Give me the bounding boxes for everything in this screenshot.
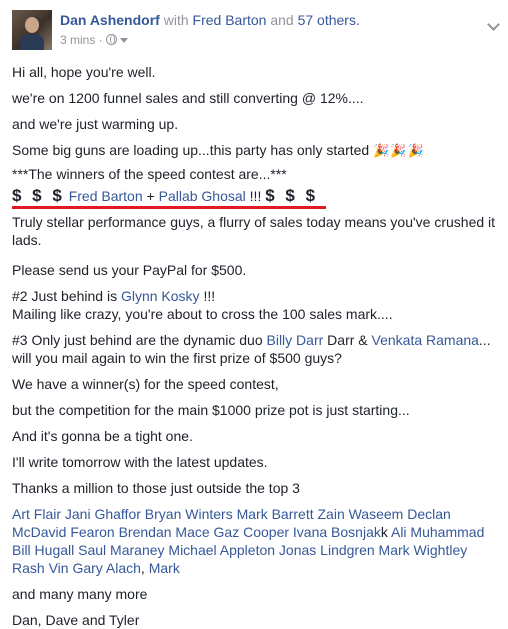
billy-darr-link[interactable]: Billy Darr [267,332,324,348]
and-text: and [270,12,294,28]
timestamp[interactable]: 3 mins · [60,33,103,47]
exclaim-text: !!! [249,188,262,204]
winner-fred-barton-link[interactable]: Fred Barton [69,188,143,204]
mentions-line-2: McDavid Fearon Brendan Mace Gaz Cooper I… [12,523,484,541]
line-third-place: #3 Only just behind are the dynamic duo … [12,331,491,349]
line-mailing: Mailing like crazy, you're about to cros… [12,306,393,322]
ellipsis-text: ... [478,332,491,348]
mentions-line-1[interactable]: Art Flair Jani Ghaffor Bryan Winters Mar… [12,505,451,523]
mentions-4a[interactable]: Rash Vin Gary Alach [12,560,141,576]
post-meta: 3 mins · [60,33,128,47]
venkata-ramana-link[interactable]: Venkata Ramana [372,332,479,348]
line-many-more: and many many more [12,586,148,602]
line-thanks: Thanks a million to those just outside t… [12,480,300,496]
dollar-signs-right: $ $ $ [265,186,319,205]
line-competition: but the competition for the main $1000 p… [12,402,410,418]
glynn-kosky-link[interactable]: Glynn Kosky [121,288,200,304]
big-guns-text: Some big guns are loading up...this part… [12,142,370,158]
line-paypal: Please send us your PayPal for $500. [12,262,247,278]
line-big-guns: Some big guns are loading up...this part… [12,141,425,160]
line-second-place: #2 Just behind is Glynn Kosky !!! [12,287,215,305]
globe-icon[interactable] [105,34,117,45]
mentions-line-3[interactable]: Bill Hugall Saul Maraney Michael Appleto… [12,541,467,559]
line-greeting: Hi all, hope you're well. [12,64,156,80]
facebook-post: Dan Ashendorf with Fred Barton and 57 ot… [0,0,508,628]
post-byline: Dan Ashendorf with Fred Barton and 57 ot… [60,12,360,28]
avatar-body [20,34,44,50]
others-link[interactable]: 57 others. [298,12,360,28]
avatar-head [25,17,39,33]
mentions-line-4: Rash Vin Gary Alach, Mark [12,559,180,577]
second-place-text: #2 Just behind is [12,288,118,304]
party-popper-icon: 🎉🎉🎉 [373,143,425,158]
post-header: Dan Ashendorf with Fred Barton and 57 ot… [12,10,508,52]
author-name-link[interactable]: Dan Ashendorf [60,12,160,28]
line-winners-intro: ***The winners of the speed contest are.… [12,166,287,182]
line-mail-again: will you mail again to win the first pri… [12,350,342,366]
plus-text: + [146,188,155,204]
tagged-user-link[interactable]: Fred Barton [193,12,267,28]
dollar-signs-left: $ $ $ [12,186,65,205]
author-avatar[interactable] [12,10,52,50]
line-write-tomorrow: I'll write tomorrow with the latest upda… [12,454,268,470]
line-funnel-sales: we're on 1200 funnel sales and still con… [12,90,364,106]
mentions-4c[interactable]: Mark [149,560,180,576]
line-winners: $ $ $ Fred Barton + Pallab Ghosal !!! $ … [12,187,318,205]
chevron-down-icon[interactable] [488,22,498,32]
mentions-2b: k [380,524,388,540]
darr-and-text: Darr & [327,332,368,348]
winner-pallab-ghosal-link[interactable]: Pallab Ghosal [159,188,246,204]
line-tight-one: And it's gonna be a tight one. [12,428,193,444]
line-warming-up: and we're just warming up. [12,116,179,132]
mentions-2c[interactable]: Ali Muhammad [391,524,484,540]
mentions-2a[interactable]: McDavid Fearon Brendan Mace Gaz Cooper I… [12,524,381,540]
line-stellar: Truly stellar performance guys, a flurry… [12,214,496,248]
mentions-4b: , [140,560,145,576]
line-signoff: Dan, Dave and Tyler [12,612,140,628]
with-text: with [163,12,189,28]
caret-down-icon[interactable] [119,38,128,43]
line-winner-speed: We have a winner(s) for the speed contes… [12,376,279,392]
second-place-exclaim: !!! [203,288,216,304]
third-place-text: #3 Only just behind are the dynamic duo [12,332,263,348]
red-underline-annotation [12,206,326,209]
